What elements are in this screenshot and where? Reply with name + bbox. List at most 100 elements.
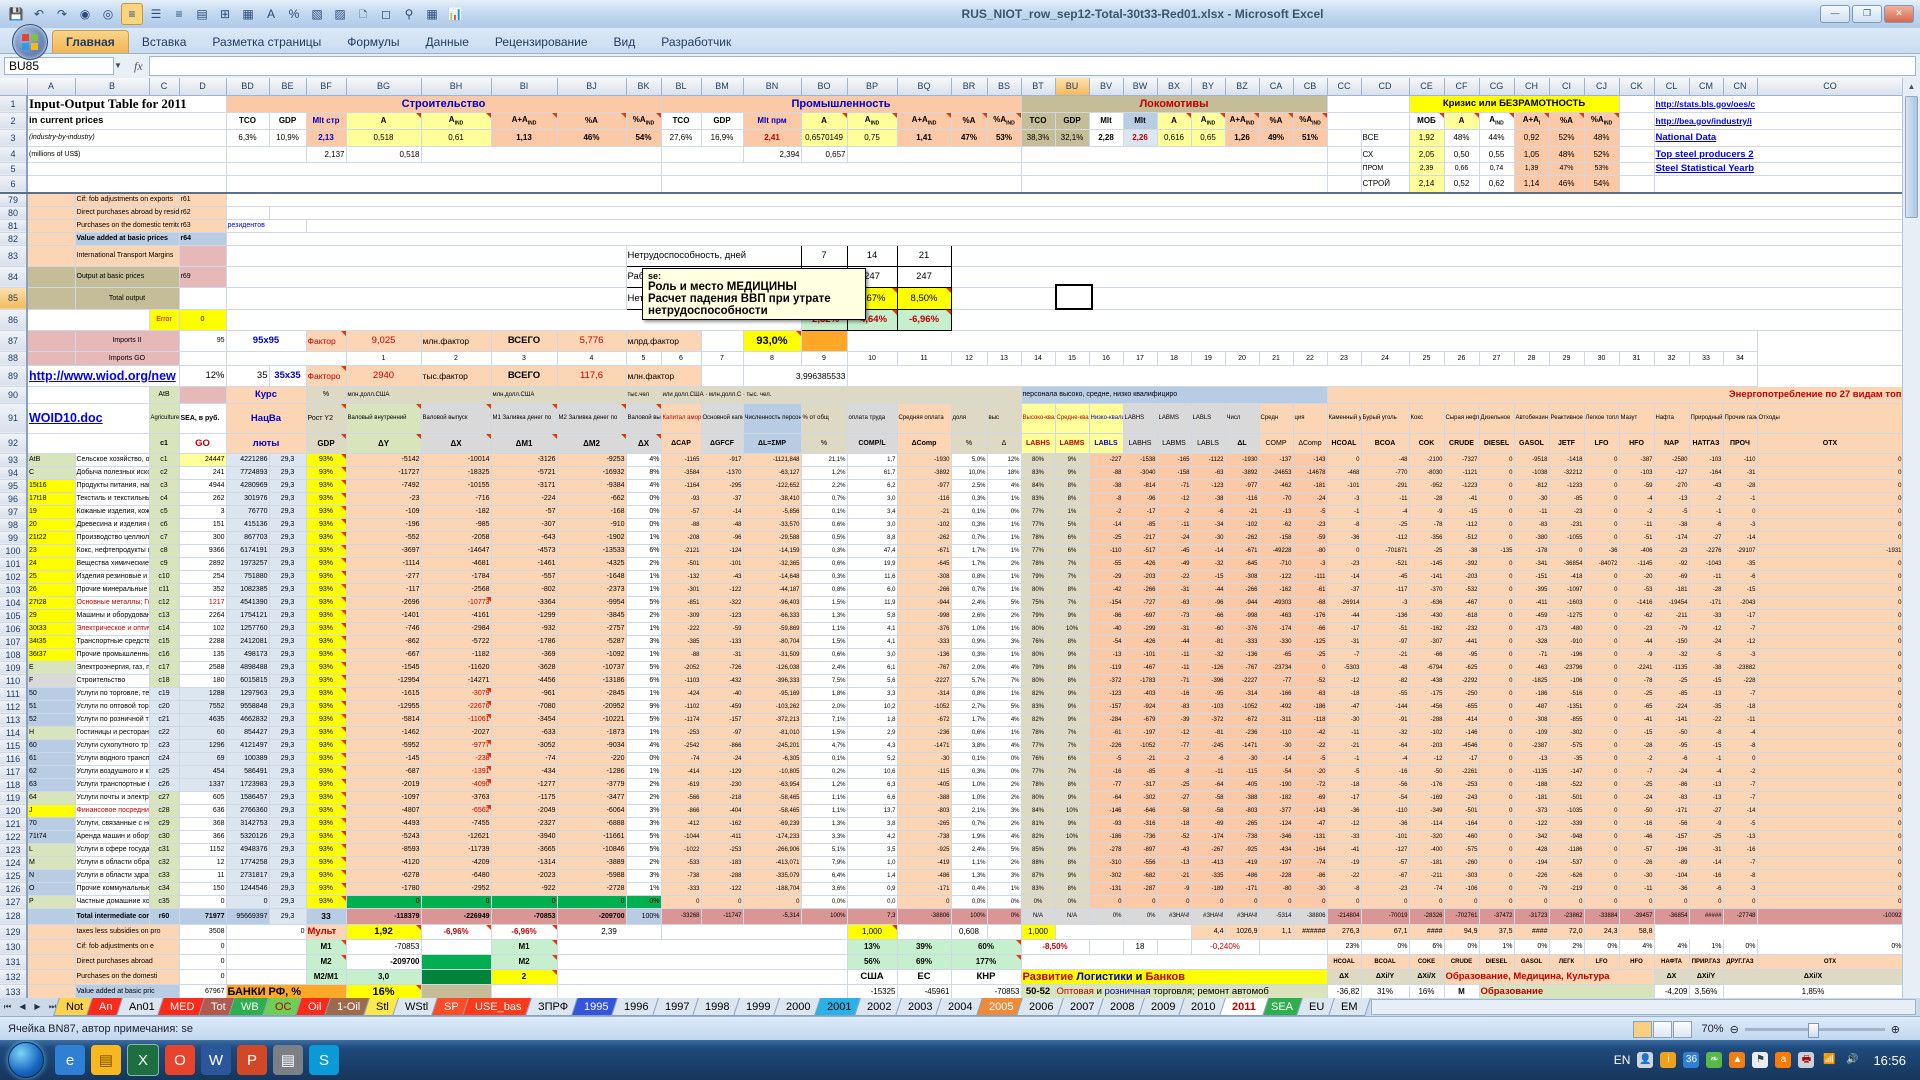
cell[interactable]: -57: [1619, 843, 1654, 856]
cell[interactable]: ВСЕГО: [491, 365, 557, 386]
cell[interactable]: -69: [1654, 570, 1689, 583]
cell[interactable]: -3052: [491, 739, 557, 752]
cell[interactable]: -1: [1689, 505, 1723, 518]
cell[interactable]: 1973257: [226, 557, 269, 570]
cell[interactable]: 1244546: [226, 882, 269, 895]
cell[interactable]: 29,3: [269, 557, 306, 570]
cell[interactable]: 12: [179, 856, 226, 869]
cell[interactable]: 0: [1479, 804, 1514, 817]
cell[interactable]: ция: [1293, 403, 1327, 433]
cell[interactable]: -625: [1444, 661, 1479, 674]
user-tray-icon[interactable]: 👤: [1637, 1052, 1653, 1068]
cell[interactable]: -1783: [1123, 674, 1157, 687]
sheet-tab-USE_bas[interactable]: USE_bas: [462, 998, 534, 1016]
cell[interactable]: Электрическое и оптич: [75, 622, 149, 635]
cell[interactable]: 0: [1584, 895, 1619, 908]
cell[interactable]: -164: [1689, 466, 1723, 479]
cell[interactable]: c22: [149, 726, 179, 739]
cell[interactable]: -186: [1514, 687, 1549, 700]
cell[interactable]: -2984: [421, 622, 491, 635]
cell[interactable]: 31: [1619, 351, 1654, 365]
cell[interactable]: -1299: [491, 609, 557, 622]
cell[interactable]: Total intermediate consu: [75, 908, 149, 924]
cell[interactable]: -126: [1191, 661, 1225, 674]
cell[interactable]: НАТГАЗ: [1689, 433, 1723, 453]
row-header-82[interactable]: 82: [0, 232, 27, 245]
column-header-BZ[interactable]: BZ: [1225, 78, 1259, 95]
cell[interactable]: 0,3%: [801, 570, 847, 583]
cell[interactable]: -2373: [557, 583, 626, 596]
cell[interactable]: -181: [1409, 856, 1444, 869]
cell[interactable]: -93: [661, 492, 701, 505]
cell[interactable]: %AIND: [1584, 112, 1619, 129]
table-icon[interactable]: ▦: [422, 4, 442, 24]
name-box-dropdown-icon[interactable]: ▼: [114, 57, 128, 75]
cell[interactable]: -26914: [1327, 596, 1361, 609]
cell[interactable]: 1152: [179, 843, 226, 856]
column-header-B[interactable]: B: [75, 78, 149, 95]
cell[interactable]: 3%: [987, 869, 1021, 882]
cell[interactable]: -671: [897, 544, 951, 557]
cell[interactable]: -5: [1089, 752, 1123, 765]
cell[interactable]: -208: [661, 531, 701, 544]
cell[interactable]: -226: [1514, 869, 1549, 882]
cell[interactable]: -24: [1293, 492, 1327, 505]
cell[interactable]: -30: [1293, 882, 1327, 895]
cell[interactable]: -21: [897, 505, 951, 518]
cell[interactable]: -123: [701, 609, 743, 622]
cell[interactable]: 2,9: [847, 726, 897, 739]
cell[interactable]: -245: [1191, 739, 1225, 752]
cell[interactable]: 0%: [1757, 939, 1903, 954]
cell[interactable]: Локомотивы: [1021, 95, 1327, 112]
cell[interactable]: -158: [1259, 531, 1293, 544]
cell[interactable]: -516: [1549, 687, 1584, 700]
cell[interactable]: c3: [149, 479, 179, 492]
cell[interactable]: 0,3%: [951, 648, 987, 661]
column-header-CH[interactable]: CH: [1514, 78, 1549, 95]
row-header-102[interactable]: 102: [0, 570, 27, 583]
row-header-117[interactable]: 117: [0, 765, 27, 778]
cell[interactable]: -31723: [1514, 908, 1549, 924]
cell[interactable]: 7: [801, 245, 847, 266]
cell[interactable]: -6,96%: [491, 924, 557, 939]
cell[interactable]: Услуги по розничной то: [75, 713, 149, 726]
cell[interactable]: -3: [1293, 557, 1327, 570]
cell[interactable]: -5243: [346, 830, 421, 843]
cell[interactable]: 77%: [1021, 505, 1055, 518]
cell[interactable]: [27, 287, 75, 309]
cell[interactable]: -28: [1723, 479, 1757, 492]
cell[interactable]: 3,3%: [801, 830, 847, 843]
cell[interactable]: -23: [1654, 544, 1689, 557]
cell[interactable]: -2058: [421, 531, 491, 544]
cell[interactable]: 93%: [306, 869, 346, 882]
cell[interactable]: -25: [1293, 648, 1327, 661]
cell[interactable]: 4221286: [226, 453, 269, 466]
cell[interactable]: -302: [1123, 791, 1157, 804]
cell[interactable]: 586491: [226, 765, 269, 778]
cell[interactable]: 7724893: [226, 466, 269, 479]
cell[interactable]: -3: [1723, 882, 1757, 895]
cell[interactable]: Нетрудоспособность, дней: [626, 245, 801, 266]
cell[interactable]: -14: [1723, 804, 1757, 817]
column-header-CI[interactable]: CI: [1549, 78, 1584, 95]
cell[interactable]: 6015815: [226, 674, 269, 687]
cell[interactable]: -19: [1327, 856, 1361, 869]
cell[interactable]: 0: [701, 895, 743, 908]
cell[interactable]: c33: [149, 869, 179, 882]
cell[interactable]: -25: [1689, 830, 1723, 843]
cell[interactable]: c31: [149, 843, 179, 856]
cell[interactable]: -209700: [346, 954, 421, 969]
cell[interactable]: -80: [1259, 882, 1293, 895]
cell[interactable]: 29,3: [269, 778, 306, 791]
cell[interactable]: 0%: [1089, 908, 1123, 924]
cell[interactable]: -23: [1619, 622, 1654, 635]
cell[interactable]: 0: [179, 954, 226, 969]
cell[interactable]: -182: [421, 505, 491, 518]
cell[interactable]: Вещества химические, и: [75, 557, 149, 570]
cell[interactable]: c16: [149, 648, 179, 661]
cell[interactable]: 16: [1089, 351, 1123, 365]
cell[interactable]: LABLS: [1089, 433, 1123, 453]
column-header-BH[interactable]: BH: [421, 78, 491, 95]
cell[interactable]: -40: [701, 687, 743, 700]
cell[interactable]: 4635: [179, 713, 226, 726]
